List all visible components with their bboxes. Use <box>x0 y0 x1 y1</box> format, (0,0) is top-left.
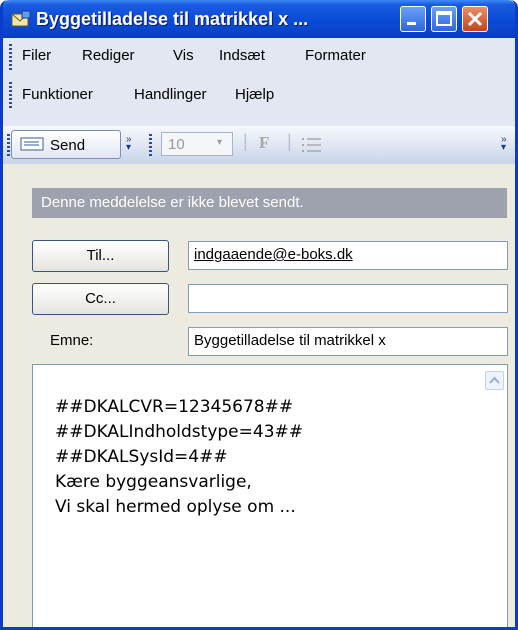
compose-window: Byggetilladelse til matrikkel x ... File… <box>0 0 518 630</box>
send-label: Send <box>50 137 86 154</box>
font-size-select[interactable]: 10 ▾ <box>161 132 233 156</box>
cc-button[interactable]: Cc... <box>32 283 169 315</box>
menu-formater[interactable]: Formater <box>305 47 366 64</box>
scroll-up-button[interactable] <box>485 371 504 390</box>
toolbar-grip-2[interactable] <box>149 134 152 156</box>
maximize-icon <box>436 11 452 26</box>
body-line: Vi skal hermed oplyse om ... <box>55 497 296 517</box>
toolbar-grip[interactable] <box>7 134 10 156</box>
to-field[interactable]: indgaaende@e-boks.dk <box>188 241 508 270</box>
message-body[interactable]: ##DKALCVR=12345678## ##DKALIndholdstype=… <box>32 364 508 627</box>
menu-rediger[interactable]: Rediger <box>82 47 135 64</box>
menu-handlinger[interactable]: Handlinger <box>134 86 207 103</box>
toolbar-overflow-icon[interactable]: » ▾ <box>126 135 132 153</box>
info-bar: Denne meddelelse er ikke blevet sendt. <box>32 188 507 218</box>
toolbar-overflow-icon-2[interactable]: » ▾ <box>501 135 507 153</box>
info-bar-text: Denne meddelelse er ikke blevet sendt. <box>41 194 304 211</box>
close-button[interactable] <box>462 6 488 32</box>
send-button[interactable]: Send <box>11 130 121 159</box>
menu-filer[interactable]: Filer <box>22 47 51 64</box>
body-line: Kære byggeansvarlige, <box>55 472 252 492</box>
toolbar-divider: | <box>243 131 248 151</box>
menubar-grip[interactable] <box>9 44 12 70</box>
chevron-down-icon: ▾ <box>217 137 223 148</box>
menu-vis[interactable]: Vis <box>173 47 194 64</box>
send-icon <box>20 137 44 151</box>
menu-bar: Filer Rediger Vis Indsæt Formater Funkti… <box>3 38 515 126</box>
window-title: Byggetilladelse til matrikkel x ... <box>36 9 309 29</box>
body-line: ##DKALCVR=12345678## <box>55 397 294 417</box>
maximize-button[interactable] <box>431 6 457 32</box>
toolbar: Send » ▾ 10 ▾ | F | » ▾ <box>3 126 515 165</box>
subject-field[interactable]: Byggetilladelse til matrikkel x <box>188 327 508 356</box>
bold-button[interactable]: F <box>259 133 269 153</box>
toolbar-divider-2: | <box>287 131 292 151</box>
minimize-button[interactable] <box>400 6 426 32</box>
menu-funktioner[interactable]: Funktioner <box>22 86 93 103</box>
menu-hjaelp[interactable]: Hjælp <box>235 86 274 103</box>
to-recipient: indgaaende@e-boks.dk <box>194 246 353 263</box>
bullet-list-icon[interactable] <box>301 136 323 154</box>
chevron-up-icon <box>489 376 500 384</box>
menubar-grip-2[interactable] <box>9 82 12 108</box>
to-button[interactable]: Til... <box>32 240 169 272</box>
envelope-icon <box>11 10 31 27</box>
body-line: ##DKALSysId=4## <box>55 447 228 467</box>
font-size-value: 10 <box>168 136 185 153</box>
menu-indsaet[interactable]: Indsæt <box>219 47 265 64</box>
close-icon <box>467 11 483 27</box>
cc-field[interactable] <box>188 284 508 313</box>
minimize-icon <box>407 22 416 25</box>
subject-label: Emne: <box>50 332 94 349</box>
body-line: ##DKALIndholdstype=43## <box>55 422 303 442</box>
compose-form: Denne meddelelse er ikke blevet sendt. T… <box>3 164 515 627</box>
title-bar[interactable]: Byggetilladelse til matrikkel x ... <box>3 0 515 38</box>
